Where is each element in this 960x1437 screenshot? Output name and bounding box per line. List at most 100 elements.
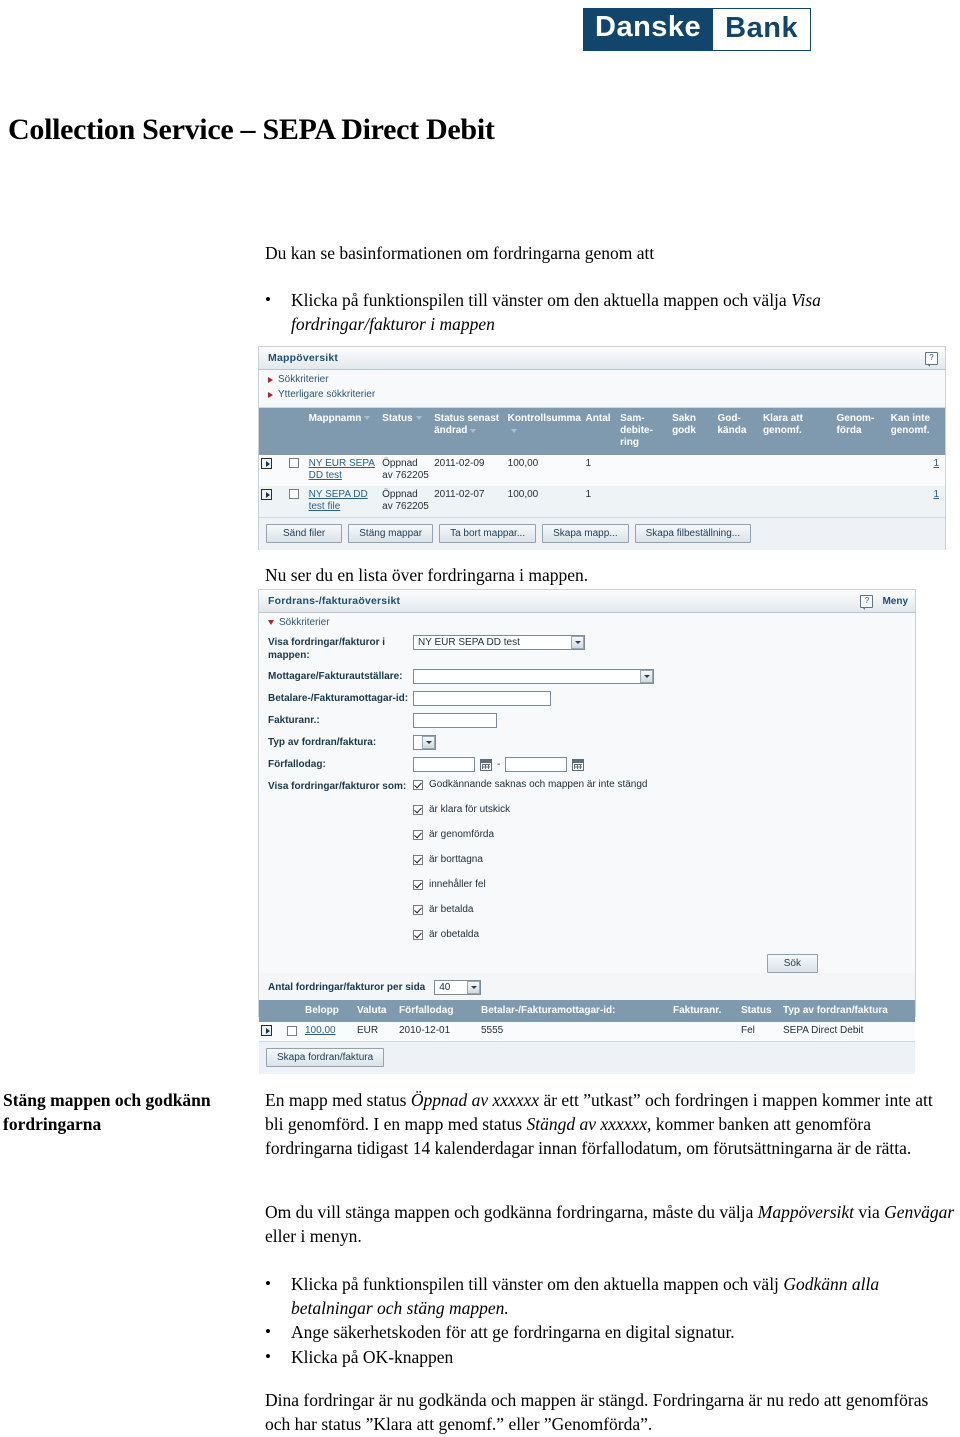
per-page-value: 40 [439, 982, 451, 993]
p2-part-a: Om du vill stänga mappen och godkänna fo… [265, 1202, 758, 1222]
app1-search-criteria-toggle[interactable]: Sökkriterier [259, 370, 945, 387]
app2-search-criteria-label: Sökkriterier [279, 617, 330, 628]
th-spacer [259, 1000, 285, 1023]
receiver-select[interactable] [413, 669, 654, 684]
th-status-senast-andrad[interactable]: Status senast ändrad [432, 408, 506, 455]
checkbox-row-4[interactable]: innehåller fel [413, 879, 486, 890]
cell-mappnamn: NY SEPA DD test file [306, 485, 381, 517]
checkbox-contains-errors[interactable] [413, 879, 423, 890]
function-arrow-icon[interactable] [261, 488, 272, 500]
due-date-from-input[interactable] [413, 757, 475, 772]
due-date-to-input[interactable] [505, 757, 568, 772]
th-status: Status [739, 1000, 781, 1023]
chevron-down-icon[interactable] [571, 636, 584, 649]
cell-sakn-godk [670, 485, 716, 517]
checkbox-row-1[interactable]: är klara för utskick [413, 804, 510, 815]
checkbox-row-3[interactable]: är borttagna [413, 854, 483, 865]
field-invoice-no: Fakturanr.: [268, 713, 915, 728]
calendar-icon[interactable] [572, 758, 585, 771]
row-checkbox[interactable] [289, 457, 300, 468]
app1-title: Mappöversikt [268, 352, 339, 364]
payer-id-label: Betalare-/Fakturamottagar-id: [268, 693, 409, 704]
checkbox-row-6[interactable]: är obetalda [413, 929, 479, 940]
checkbox-row-5[interactable]: är betalda [413, 904, 473, 915]
checkbox-unpaid[interactable] [413, 929, 423, 940]
checkbox-executed[interactable] [413, 829, 423, 840]
app2-title: Fordrans-/fakturaöversikt [268, 595, 401, 607]
invoice-no-input[interactable] [413, 713, 497, 728]
send-files-button[interactable]: Sänd filer [266, 523, 343, 543]
cell-samdebitering [618, 454, 671, 486]
folder-name-link[interactable]: NY SEPA DD test file [309, 489, 368, 513]
th-godkanda: God-kända [715, 408, 761, 455]
field-payer-id: Betalare-/Fakturamottagar-id: [268, 691, 915, 706]
intro-paragraph: Du kan se basinformationen om fordringar… [265, 243, 655, 263]
row-checkbox[interactable] [287, 1025, 297, 1036]
create-file-order-button[interactable]: Skapa filbeställning... [634, 523, 752, 543]
checkbox-ready-to-send[interactable] [413, 804, 423, 815]
search-button[interactable]: Sök [766, 954, 818, 973]
field-receiver: Mottagare/Fakturautställare: [268, 669, 915, 684]
bullet-2-text: Klicka på funktionspilen till vänster om… [291, 1274, 784, 1294]
bullet-item-3: • Ange säkerhetskoden för att ge fordrin… [265, 1320, 955, 1344]
calendar-icon[interactable] [480, 758, 492, 771]
chevron-down-icon[interactable] [640, 670, 653, 683]
folder-select[interactable]: NY EUR SEPA DD test [413, 635, 585, 650]
help-icon[interactable]: ? [860, 594, 874, 610]
checkbox-removed[interactable] [413, 854, 423, 865]
app1-search-criteria-label: Sökkriterier [278, 374, 329, 385]
kan-inte-genomf-link[interactable]: 1 [933, 489, 939, 500]
due-date-label: Förfallodag: [268, 759, 326, 770]
logo-bank-text: Bank [713, 8, 812, 51]
row-checkbox[interactable] [289, 488, 300, 499]
cell-valuta: EUR [355, 1022, 397, 1041]
function-arrow-icon[interactable] [261, 1025, 272, 1037]
cell-genomforda [834, 454, 889, 486]
field-due-date: Förfallodag: - [268, 757, 915, 772]
th-belopp: Belopp [303, 1000, 355, 1023]
app2-search-criteria-toggle[interactable]: Sökkriterier [259, 613, 915, 630]
row-expand-cell [259, 1022, 285, 1041]
th-status[interactable]: Status [380, 408, 433, 455]
folder-name-link[interactable]: NY EUR SEPA DD test [309, 458, 375, 482]
th-kontrollsumma[interactable]: Kontrollsumma [505, 408, 584, 455]
checkbox-row-0[interactable]: Godkännande saknas och mappen är inte st… [413, 779, 648, 790]
checkbox-label: Godkännande saknas och mappen är inte st… [429, 779, 648, 790]
payer-id-input[interactable] [413, 691, 551, 706]
amount-link[interactable]: 100,00 [305, 1025, 336, 1036]
th-mappnamn[interactable]: Mappnamn [306, 408, 381, 455]
cell-genomforda [834, 485, 889, 517]
create-claim-button[interactable]: Skapa fordran/faktura [266, 1047, 385, 1067]
cell-kontrollsumma: 100,00 [505, 454, 584, 486]
help-icon[interactable]: ? [925, 351, 938, 367]
checkbox-paid[interactable] [413, 904, 423, 915]
checkbox-label: är obetalda [429, 929, 480, 940]
close-folders-button[interactable]: Stäng mappar [348, 523, 434, 543]
cell-samdebitering [618, 485, 671, 517]
cell-mappnamn: NY EUR SEPA DD test [306, 454, 381, 486]
checkbox-row-2[interactable]: är genomförda [413, 829, 494, 840]
app-panel-claim-invoice-overview: Fordrans-/fakturaöversikt ? Meny Sökkrit… [258, 589, 916, 1074]
create-folder-button[interactable]: Skapa mapp... [542, 523, 629, 543]
logo-danske-text: Danske [583, 8, 714, 51]
p2-emphasis-2: Genvägar [884, 1202, 955, 1222]
per-page-row: Antal fordringar/fakturor per sida 40 [259, 978, 915, 1000]
due-date-separator: - [497, 759, 501, 770]
table-row: NY SEPA DD test file Öppnad av 762205 20… [259, 485, 945, 517]
app1-extra-criteria-toggle[interactable]: Ytterligare sökkriterier [259, 387, 945, 405]
chevron-down-icon[interactable] [467, 981, 481, 994]
type-select[interactable] [413, 735, 436, 750]
function-arrow-icon[interactable] [261, 457, 272, 469]
checkbox-approval-missing[interactable] [413, 779, 423, 790]
th-kan-inte-genomf: Kan inte genomf. [888, 408, 945, 455]
kan-inte-genomf-link[interactable]: 1 [933, 458, 939, 469]
paragraph-1: En mapp med status Öppnad av xxxxxx är e… [265, 1088, 955, 1160]
chevron-down-icon[interactable] [422, 736, 435, 749]
cell-kontrollsumma: 100,00 [505, 485, 584, 517]
per-page-select[interactable]: 40 [434, 980, 482, 995]
menu-link[interactable]: Meny [882, 596, 908, 607]
delete-folders-button[interactable]: Ta bort mappar... [439, 523, 537, 543]
th-genomforda: Genom-förda [834, 408, 889, 455]
th-spacer [259, 408, 288, 455]
bullet-glyph: • [265, 1347, 271, 1366]
